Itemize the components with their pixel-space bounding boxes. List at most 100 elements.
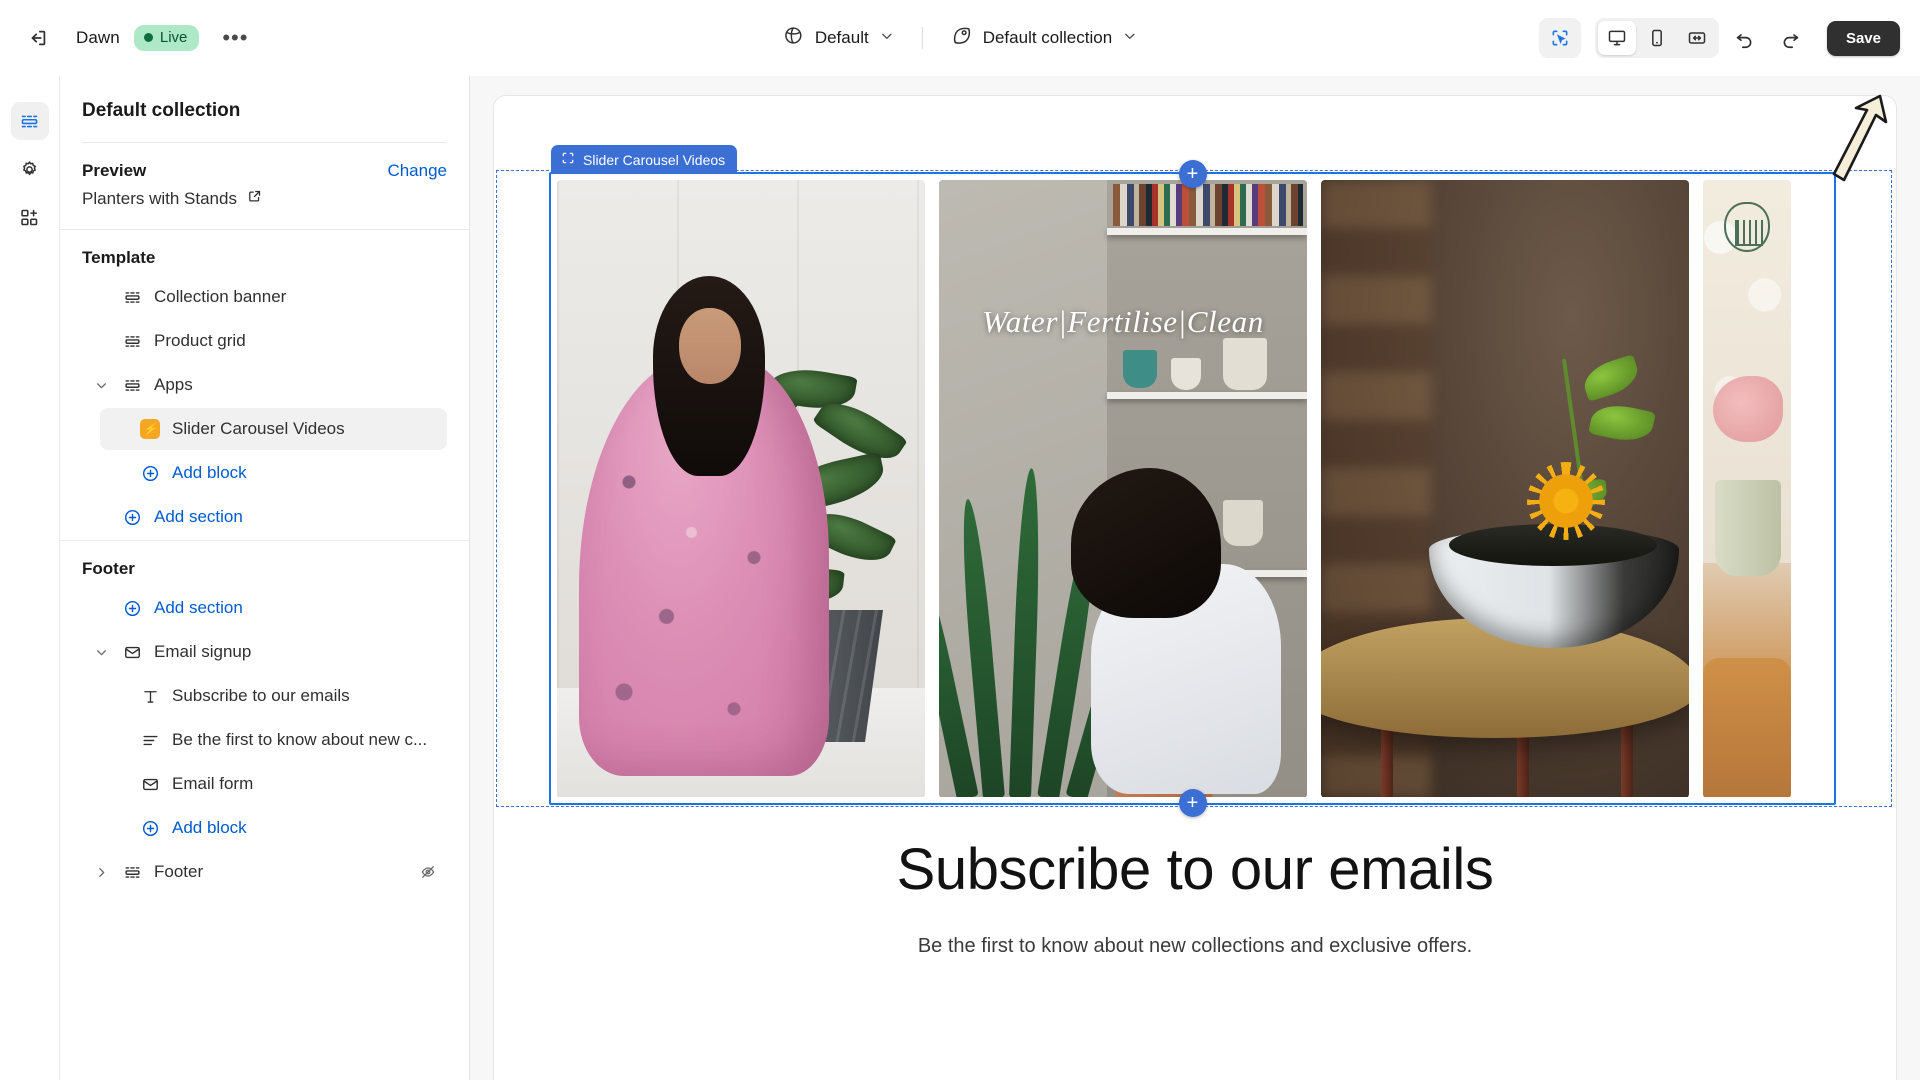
chevron-right-icon[interactable] (92, 866, 110, 879)
add-block-below-button[interactable]: + (1178, 789, 1207, 817)
email-icon (121, 643, 143, 662)
exit-icon[interactable] (18, 18, 58, 58)
template-group: Template Collection banner Product grid Ap… (60, 230, 469, 538)
app-section-icon (561, 151, 575, 168)
video-slide-1[interactable] (557, 180, 925, 797)
section-badge[interactable]: Slider Carousel Videos (551, 145, 738, 174)
inspector-select-icon[interactable] (1538, 18, 1581, 58)
viewport-desktop-button[interactable] (1597, 21, 1636, 55)
redo-icon[interactable] (1771, 18, 1811, 58)
sidebar-row-be-the-first-to-know-about-new-c[interactable]: Be the first to know about new c... (100, 719, 447, 761)
viewport-mobile-button[interactable] (1638, 21, 1676, 55)
slide-shelf-pot (1171, 358, 1201, 390)
tag-icon (951, 25, 972, 51)
sidebar-row-footer[interactable]: Footer (82, 851, 447, 893)
slide-shelf (1107, 228, 1307, 235)
template-value: Default collection (982, 28, 1113, 47)
chevron-down-icon[interactable] (92, 379, 110, 392)
sidebar-row-subscribe-to-our-emails[interactable]: Subscribe to our emails (100, 675, 447, 717)
hidden-eye-icon[interactable] (419, 863, 437, 881)
top-bar-right: Save (1538, 18, 1900, 58)
plus-circle-icon (121, 599, 143, 618)
rail-apps-add-icon[interactable] (11, 198, 49, 236)
app-block-icon: ⚡ (139, 419, 161, 439)
chevron-down-icon[interactable] (92, 646, 110, 659)
sidebar-row-label: Email form (172, 774, 254, 793)
status-dot (143, 33, 153, 42)
slide-leaf (1579, 354, 1643, 402)
email-icon (139, 775, 161, 794)
save-button[interactable]: Save (1826, 20, 1900, 56)
sidebar-row-label: Slider Carousel Videos (172, 419, 345, 438)
section-badge-label: Slider Carousel Videos (583, 151, 726, 168)
video-slide-3[interactable] (1321, 180, 1689, 797)
sidebar-row-label: Add block (172, 463, 247, 482)
undo-icon[interactable] (1725, 18, 1765, 58)
sidebar-header: Default collection Preview Change Plante… (60, 76, 469, 229)
sidebar-row-label: Product grid (154, 331, 246, 350)
viewport-toggle-group (1594, 18, 1719, 58)
external-link-icon (247, 189, 262, 209)
theme-editor-root: Dawn Live ••• Default Default collection… (0, 0, 1920, 1080)
left-icon-rail (0, 76, 60, 1080)
store-name[interactable]: Dawn (76, 28, 120, 48)
market-selector[interactable]: Default (771, 18, 906, 58)
change-preview-link[interactable]: Change (387, 161, 447, 181)
subscribe-heading: Subscribe to our emails (896, 837, 1494, 902)
more-options-button[interactable]: ••• (215, 18, 255, 58)
sidebar-row-add-section[interactable]: Add section (82, 496, 447, 538)
section-icon (121, 376, 143, 395)
top-bar: Dawn Live ••• Default Default collection… (0, 0, 1920, 76)
sidebar-row-product-grid[interactable]: Product grid (82, 320, 447, 362)
subscribe-paragraph: Be the first to know about new collectio… (917, 935, 1473, 957)
chevron-down-icon (1123, 28, 1137, 48)
template-selector[interactable]: Default collection (939, 18, 1149, 58)
slide-brand-logo (1724, 202, 1770, 252)
footer-row-list: Add section Email signup Subscribe to our … (82, 587, 447, 893)
rail-settings-gear-icon[interactable] (11, 150, 49, 188)
selected-section[interactable]: Slider Carousel Videos + + Water|Fertili… (549, 145, 1836, 817)
footer-heading: Footer (82, 559, 135, 578)
slide-subject-face (679, 308, 741, 384)
top-bar-divider (921, 27, 923, 49)
section-icon (121, 332, 143, 351)
slide-shelf-pot (1123, 350, 1157, 388)
sidebar-row-label: Be the first to know about new c... (172, 730, 428, 749)
sidebar-row-add-section[interactable]: Add section (82, 587, 447, 629)
preview-label: Preview (82, 161, 147, 180)
video-carousel[interactable]: Water|Fertilise|Clean (557, 180, 1834, 797)
text-icon (139, 687, 161, 706)
preview-row: Preview Change (82, 143, 447, 181)
sidebar-row-label: Add section (154, 507, 243, 526)
slide-rose (1713, 376, 1783, 442)
sidebar-row-collection-banner[interactable]: Collection banner (82, 276, 447, 318)
canvas-area: Slider Carousel Videos + + Water|Fertili… (470, 76, 1920, 1080)
sidebar-row-email-form[interactable]: Email form (100, 763, 447, 805)
theme-preview: Slider Carousel Videos + + Water|Fertili… (494, 96, 1896, 1080)
rail-sections-icon[interactable] (10, 102, 49, 140)
chevron-down-icon (880, 28, 894, 48)
slide-vase (1715, 480, 1781, 576)
section-icon (121, 288, 143, 307)
video-slide-2[interactable]: Water|Fertilise|Clean (939, 180, 1307, 797)
sidebar-row-apps[interactable]: Apps (82, 364, 447, 406)
footer-group: Footer Add section Email signup Subscribe … (60, 541, 469, 893)
slide-shelf (1107, 392, 1307, 399)
video-slide-4[interactable] (1703, 180, 1791, 797)
template-row-list: Collection banner Product grid Apps ⚡ Slider… (82, 276, 447, 538)
sidebar-row-email-signup[interactable]: Email signup (82, 631, 447, 673)
sidebar-row-label: Apps (154, 375, 193, 394)
sidebar-row-label: Add section (154, 598, 243, 617)
slide-couch (1703, 658, 1791, 797)
top-bar-center: Default Default collection (771, 18, 1149, 58)
market-value: Default (814, 28, 869, 47)
sidebar-row-add-block[interactable]: Add block (100, 807, 447, 849)
status-badge[interactable]: Live (133, 25, 200, 51)
sidebar-row-slider-carousel-videos[interactable]: ⚡ Slider Carousel Videos (100, 408, 447, 450)
page-title: Default collection (82, 100, 241, 121)
sidebar-row-add-block[interactable]: Add block (100, 452, 447, 494)
add-block-above-button[interactable]: + (1178, 160, 1207, 188)
viewport-fullwidth-button[interactable] (1678, 21, 1716, 55)
preview-value-text: Planters with Stands (82, 189, 237, 208)
preview-value-link[interactable]: Planters with Stands (82, 181, 447, 229)
